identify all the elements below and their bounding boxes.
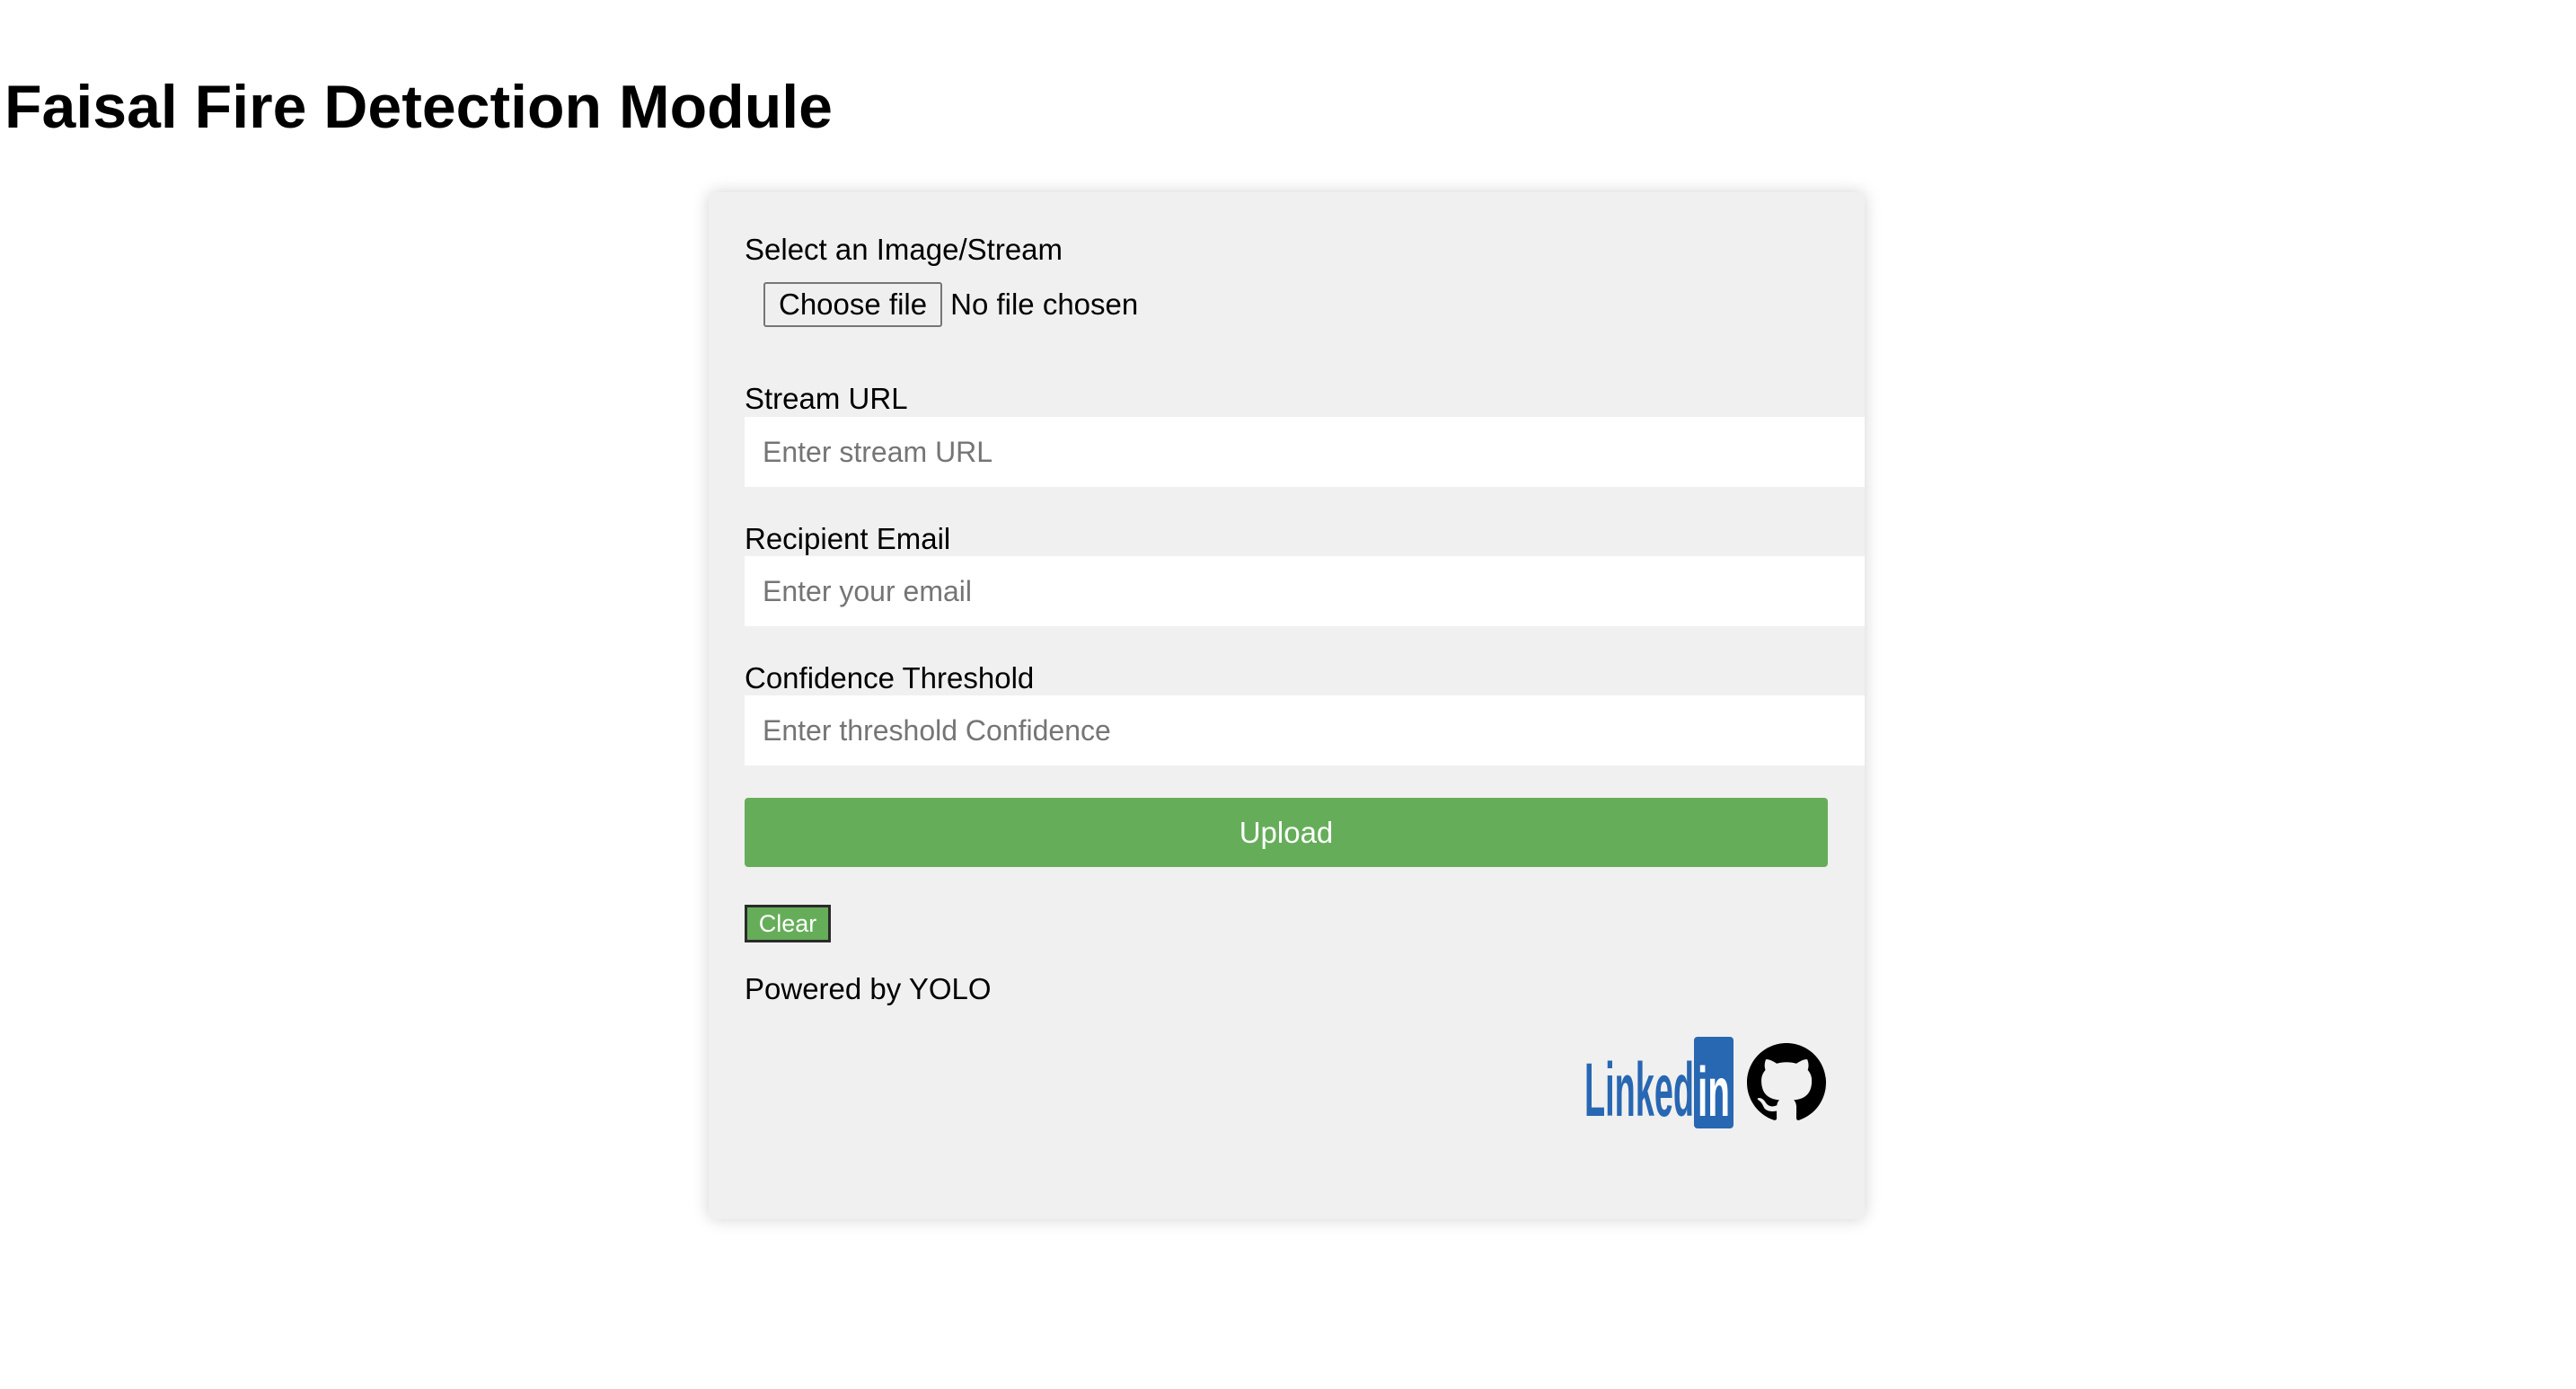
linkedin-link[interactable]: Linked in	[1584, 1037, 1734, 1132]
github-link[interactable]	[1747, 1043, 1826, 1122]
powered-by-text: Powered by YOLO	[745, 972, 992, 1005]
upload-form-card: Select an Image/Stream Choose file No fi…	[709, 192, 1865, 1219]
github-octocat-icon	[1747, 1043, 1826, 1120]
stream-url-input[interactable]	[745, 417, 1865, 487]
stream-url-label: Stream URL	[745, 382, 908, 415]
clear-button[interactable]: Clear	[745, 905, 831, 942]
choose-file-button[interactable]: Choose file	[763, 282, 943, 327]
file-status-text: No file chosen	[950, 288, 1139, 321]
linkedin-badge: in	[1698, 1052, 1730, 1128]
file-picker[interactable]: Choose file No file chosen	[763, 282, 1138, 327]
confidence-threshold-label: Confidence Threshold	[745, 661, 1035, 694]
recipient-email-input[interactable]	[745, 556, 1865, 626]
linkedin-wordmark: Linked	[1584, 1048, 1694, 1128]
recipient-email-label: Recipient Email	[745, 522, 951, 555]
page-title: Faisal Fire Detection Module	[4, 73, 833, 141]
upload-button[interactable]: Upload	[745, 798, 1828, 867]
linkedin-logo-icon: Linked in	[1584, 1037, 1734, 1132]
confidence-threshold-input[interactable]	[745, 695, 1865, 765]
file-select-label: Select an Image/Stream	[745, 233, 1063, 266]
